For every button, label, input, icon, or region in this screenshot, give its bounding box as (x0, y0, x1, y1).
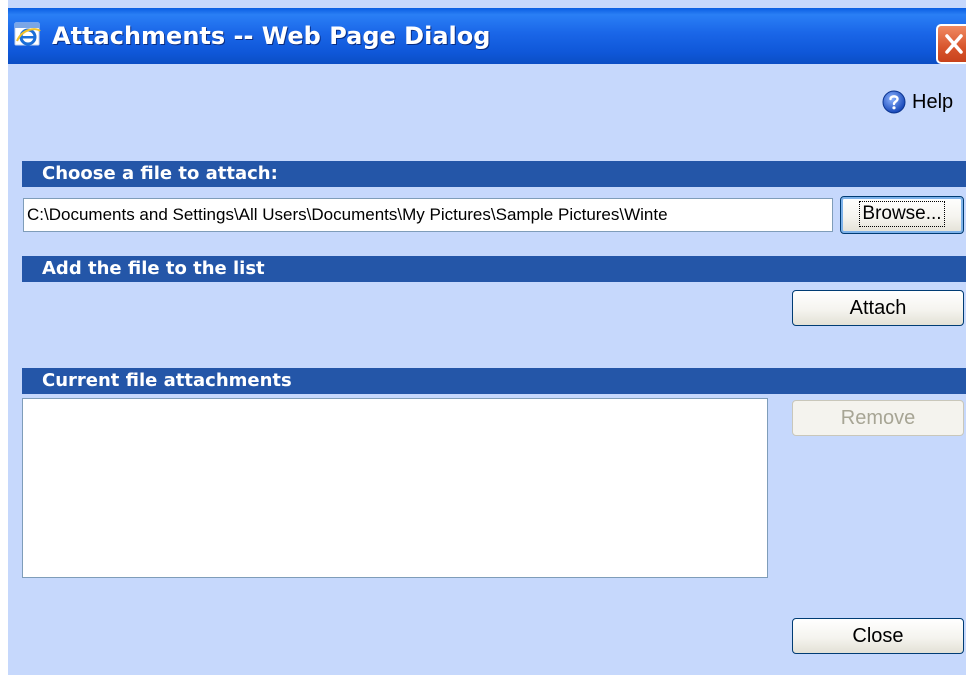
section-header-add-file: Add the file to the list (22, 256, 966, 282)
title-bar[interactable]: Attachments -- Web Page Dialog (8, 8, 966, 64)
help-label: Help (912, 90, 954, 113)
ie-icon (14, 21, 42, 49)
window-close-button[interactable] (936, 24, 966, 64)
window-title: Attachments -- Web Page Dialog (52, 22, 491, 50)
remove-button: Remove (792, 400, 964, 436)
dialog-window: Attachments -- Web Page Dialog Help Choo… (8, 0, 966, 675)
browse-button[interactable]: Browse... (840, 196, 964, 234)
file-path-input[interactable]: C:\Documents and Settings\All Users\Docu… (23, 198, 833, 232)
help-link[interactable]: Help (882, 88, 953, 116)
attachments-list[interactable] (22, 398, 768, 578)
section-header-current-attachments: Current file attachments (22, 368, 966, 394)
section-header-choose-file: Choose a file to attach: (22, 161, 966, 187)
attach-button[interactable]: Attach (792, 290, 964, 326)
browse-button-label: Browse... (859, 201, 945, 227)
help-icon (882, 90, 906, 114)
close-button[interactable]: Close (792, 618, 964, 654)
